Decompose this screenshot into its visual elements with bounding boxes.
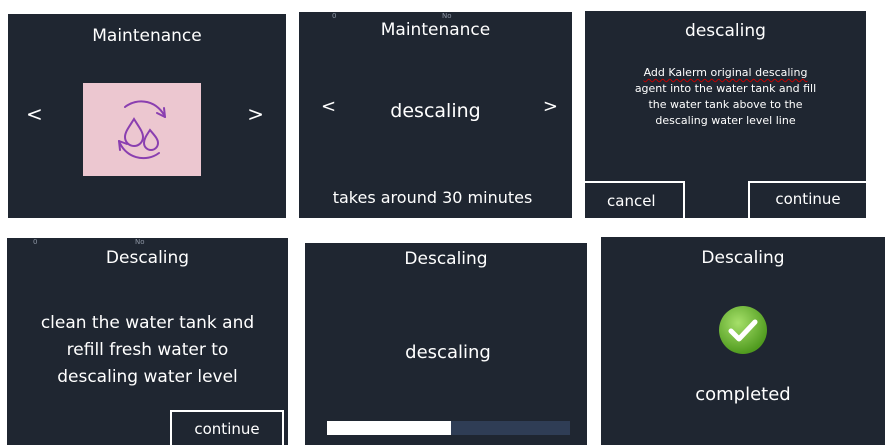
continue-button[interactable]: continue xyxy=(170,410,284,445)
instruction-line: descaling water level line xyxy=(655,114,796,127)
faint-overlay-text: No xyxy=(135,238,145,246)
screen-title: Descaling xyxy=(105,248,190,268)
continue-button[interactable]: continue xyxy=(748,181,866,218)
status-text: completed xyxy=(695,384,791,405)
descaling-instructions-screen: descaling Add Kalerm original descaling … xyxy=(585,11,866,218)
maintenance-screen: Maintenance < > xyxy=(8,14,286,218)
check-circle-icon xyxy=(719,306,767,354)
screen-title: descaling xyxy=(685,21,766,41)
duration-note: takes around 30 minutes xyxy=(332,188,533,207)
maintenance-option-tile[interactable] xyxy=(83,83,201,176)
descaling-complete-screen: Descaling completed xyxy=(601,237,885,445)
instruction-line: agent into the water tank and fill xyxy=(634,82,817,95)
instruction-line: the water tank above to the xyxy=(648,98,803,111)
screen-title: Maintenance xyxy=(92,26,202,46)
previous-arrow[interactable]: < xyxy=(26,102,43,126)
instruction-line: clean the water tank and xyxy=(40,313,255,333)
cancel-button[interactable]: cancel xyxy=(585,181,685,218)
status-text: descaling xyxy=(405,342,491,363)
instruction-line: refill fresh water to xyxy=(66,340,229,360)
instruction-line: Add Kalerm original descaling xyxy=(643,66,808,79)
maintenance-option-label[interactable]: descaling xyxy=(299,100,572,122)
screen-title: Descaling xyxy=(701,248,785,268)
progress-bar-fill xyxy=(327,421,451,435)
screen-title: Maintenance xyxy=(380,20,491,40)
maintenance-descaling-screen: 0 No Maintenance < descaling > takes aro… xyxy=(299,12,572,218)
descaling-refill-screen: 0 No Descaling clean the water tank and … xyxy=(7,238,288,445)
instruction-text: clean the water tank and refill fresh wa… xyxy=(7,310,288,391)
faint-overlay-text: No xyxy=(442,12,452,20)
descaling-progress-screen: Descaling descaling xyxy=(305,243,587,445)
screen-title: Descaling xyxy=(404,249,488,269)
water-drops-cycle-icon xyxy=(118,100,166,160)
progress-bar xyxy=(327,421,570,435)
faint-overlay-text: 0 xyxy=(33,238,38,246)
faint-overlay-text: 0 xyxy=(332,12,337,20)
instruction-text: Add Kalerm original descaling agent into… xyxy=(585,65,866,129)
next-arrow[interactable]: > xyxy=(247,102,264,126)
next-arrow[interactable]: > xyxy=(543,96,558,117)
instruction-line: descaling water level xyxy=(57,367,238,387)
